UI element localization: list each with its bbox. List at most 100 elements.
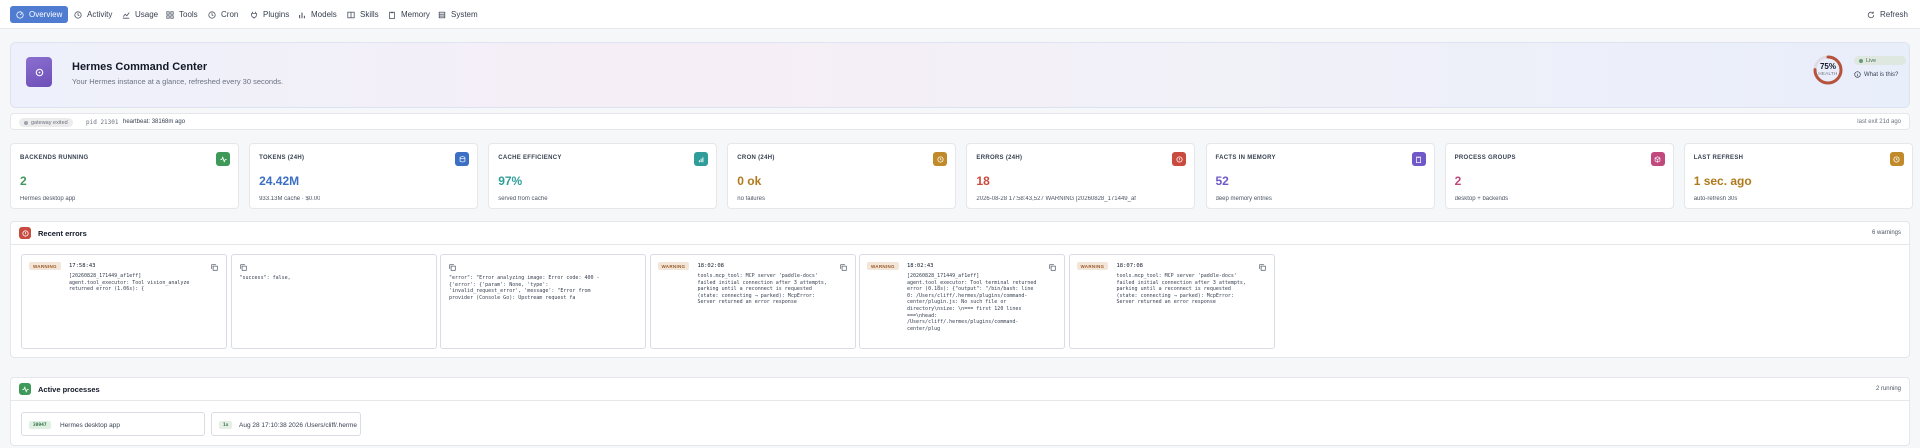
health-label: HEALTH (1818, 71, 1838, 76)
what-is-this-label: What is this? (1864, 71, 1899, 78)
error-card: WARNING 17:58:43 [20260828_171449_af1eff] … (21, 254, 227, 349)
stat-card-value: 97% (498, 174, 523, 188)
alert-icon (19, 227, 31, 239)
top-nav: Overview Activity Usage Tools Cron Plugi… (0, 0, 1920, 29)
stat-card-backends-running: BACKENDS RUNNING 2 Hermes desktop app (10, 143, 239, 209)
stat-card-tokens-24h: TOKENS (24H) 24.42M 933.13M cache · $0.00 (249, 143, 479, 209)
tab-models[interactable]: Models (292, 6, 343, 23)
tab-label: System (451, 10, 478, 19)
warning-badge: WARNING (867, 262, 899, 270)
health-percent: 75% (1819, 62, 1836, 71)
stat-card-value: 18 (976, 174, 990, 188)
stat-card-value: 24.42M (259, 174, 300, 188)
tab-label: Plugins (263, 10, 290, 19)
stat-card-value: 52 (1215, 174, 1229, 188)
recent-errors-panel: Recent errors 6 warnings WARNING 17:58:43… (10, 221, 1910, 358)
status-dot-icon (24, 120, 28, 125)
stat-card-subtext: auto-refresh 30s (1693, 196, 1738, 202)
copy-icon[interactable] (449, 262, 456, 271)
stat-card-label: LAST REFRESH (1693, 155, 1744, 161)
stat-card-label: ERRORS (24H) (976, 155, 1023, 161)
stat-card-errors-24h: ERRORS (24H) 18 2026-08-28 17:58:43,527 WA… (966, 143, 1196, 209)
tab-usage[interactable]: Usage (116, 6, 164, 23)
stat-card-facts-in-memory: FACTS IN MEMORY 52 deep memory entries (1205, 143, 1435, 209)
tab-label: Activity (87, 10, 113, 19)
tab-tools[interactable]: Tools (160, 6, 204, 23)
stat-card-label: TOKENS (24H) (259, 155, 305, 161)
tab-activity[interactable]: Activity (68, 6, 118, 23)
database-icon (455, 152, 470, 166)
live-dot-icon (1859, 58, 1863, 63)
gateway-pid: pid 21301 (86, 119, 119, 126)
error-card: WARNING 18:02:43 [20260828_171449_af1eff] … (859, 254, 1065, 349)
what-is-this-link[interactable]: What is this? (1854, 71, 1898, 78)
running-count: 2 running (1875, 386, 1901, 392)
stat-card-value: 0 ok (737, 174, 762, 188)
history-icon (74, 10, 82, 19)
tab-skills[interactable]: Skills (341, 6, 385, 23)
tab-system[interactable]: System (432, 6, 484, 23)
tab-label: Usage (135, 10, 159, 19)
refresh-button[interactable]: Refresh (1867, 6, 1908, 23)
error-card: WARNING 18:07:08 tools.mcp_tool: MCP serve… (1068, 254, 1275, 349)
book-icon (347, 11, 355, 18)
recent-errors-title: Recent errors (38, 229, 87, 238)
copy-icon[interactable] (239, 262, 247, 271)
error-card: "error": "Error analyzing image: Error c… (440, 254, 646, 349)
error-card: WARNING 18:02:08 tools.mcp_tool: MCP serve… (649, 254, 856, 349)
stat-card-process-groups: PROCESS GROUPS 2 desktop + backends (1444, 143, 1674, 209)
tab-plugins[interactable]: Plugins (244, 6, 295, 23)
activity-icon (216, 152, 230, 166)
gateway-status-label: gateway exited (31, 119, 68, 126)
stat-card-label: BACKENDS RUNNING (20, 155, 89, 161)
page-title: Hermes Command Center (72, 61, 208, 73)
panel-divider (11, 400, 1909, 401)
error-message: "error": "Error analyzing image: Error c… (449, 275, 600, 301)
activity-icon (19, 383, 31, 395)
stat-card-cron-24h: CRON (24H) 0 ok no failures (727, 143, 957, 209)
copy-icon[interactable] (1258, 262, 1266, 271)
copy-icon[interactable] (211, 262, 218, 271)
panel-divider (11, 244, 1909, 245)
clipboard-icon (389, 11, 395, 19)
gateway-status-bar: gateway exited pid 21301 heartbeat: 3816… (10, 113, 1910, 130)
tools-icon (166, 10, 174, 19)
stat-card-value: 2 (1454, 174, 1462, 188)
stat-card-subtext: no failures (737, 196, 765, 202)
tab-memory[interactable]: Memory (382, 6, 436, 23)
error-message: tools.mcp_tool: MCP server 'paddle-docs'… (697, 273, 827, 306)
stat-card-subtext: 933.13M cache · $0.00 (259, 196, 321, 202)
hero-banner: Hermes Command Center Your Hermes instan… (10, 42, 1910, 108)
tab-label: Memory (401, 10, 430, 19)
stat-card-subtext: deep memory entries (1215, 196, 1272, 202)
gauge-icon (16, 10, 24, 19)
active-processes-title: Active processes (38, 385, 100, 394)
stat-card-label: CRON (24H) (737, 155, 775, 161)
process-item[interactable]: 38947 Hermes desktop app (21, 412, 205, 436)
warning-badge: WARNING (1076, 262, 1109, 270)
tab-overview[interactable]: Overview (10, 6, 69, 23)
tab-label: Skills (360, 10, 379, 19)
process-name: Aug 28 17:10:38 2026 /Users/cliff/.herme… (239, 422, 357, 429)
error-message: "success": false, (239, 275, 291, 281)
clipboard-icon (1411, 152, 1426, 166)
stat-card-value: 1 sec. ago (1693, 174, 1752, 188)
page-subtitle: Your Hermes instance at a glance, refres… (72, 77, 284, 86)
stat-card-cache-efficiency: CACHE EFFICIENCY 97% served from cache (488, 143, 718, 209)
error-timestamp: 18:02:43 (907, 263, 934, 269)
copy-icon[interactable] (1049, 262, 1056, 271)
bars-icon (299, 12, 305, 18)
cube-icon (1650, 152, 1665, 166)
gateway-last-exit: last exit 21d ago (1857, 119, 1901, 125)
tab-cron[interactable]: Cron (202, 6, 244, 23)
error-timestamp: 17:58:43 (69, 263, 96, 269)
process-name: Hermes desktop app (60, 422, 120, 429)
stat-card-subtext: 2026-08-28 17:58:43,527 WARNING [2026082… (976, 196, 1137, 202)
server-icon (438, 11, 446, 18)
clock-icon (1889, 152, 1904, 166)
refresh-label: Refresh (1879, 10, 1908, 19)
clock-icon (933, 152, 948, 166)
error-message: [20260828_171449_af1eff] agent.tool_exec… (69, 273, 190, 293)
process-item[interactable]: 1x Aug 28 17:10:38 2026 /Users/cliff/.he… (211, 412, 361, 436)
copy-icon[interactable] (839, 262, 847, 271)
